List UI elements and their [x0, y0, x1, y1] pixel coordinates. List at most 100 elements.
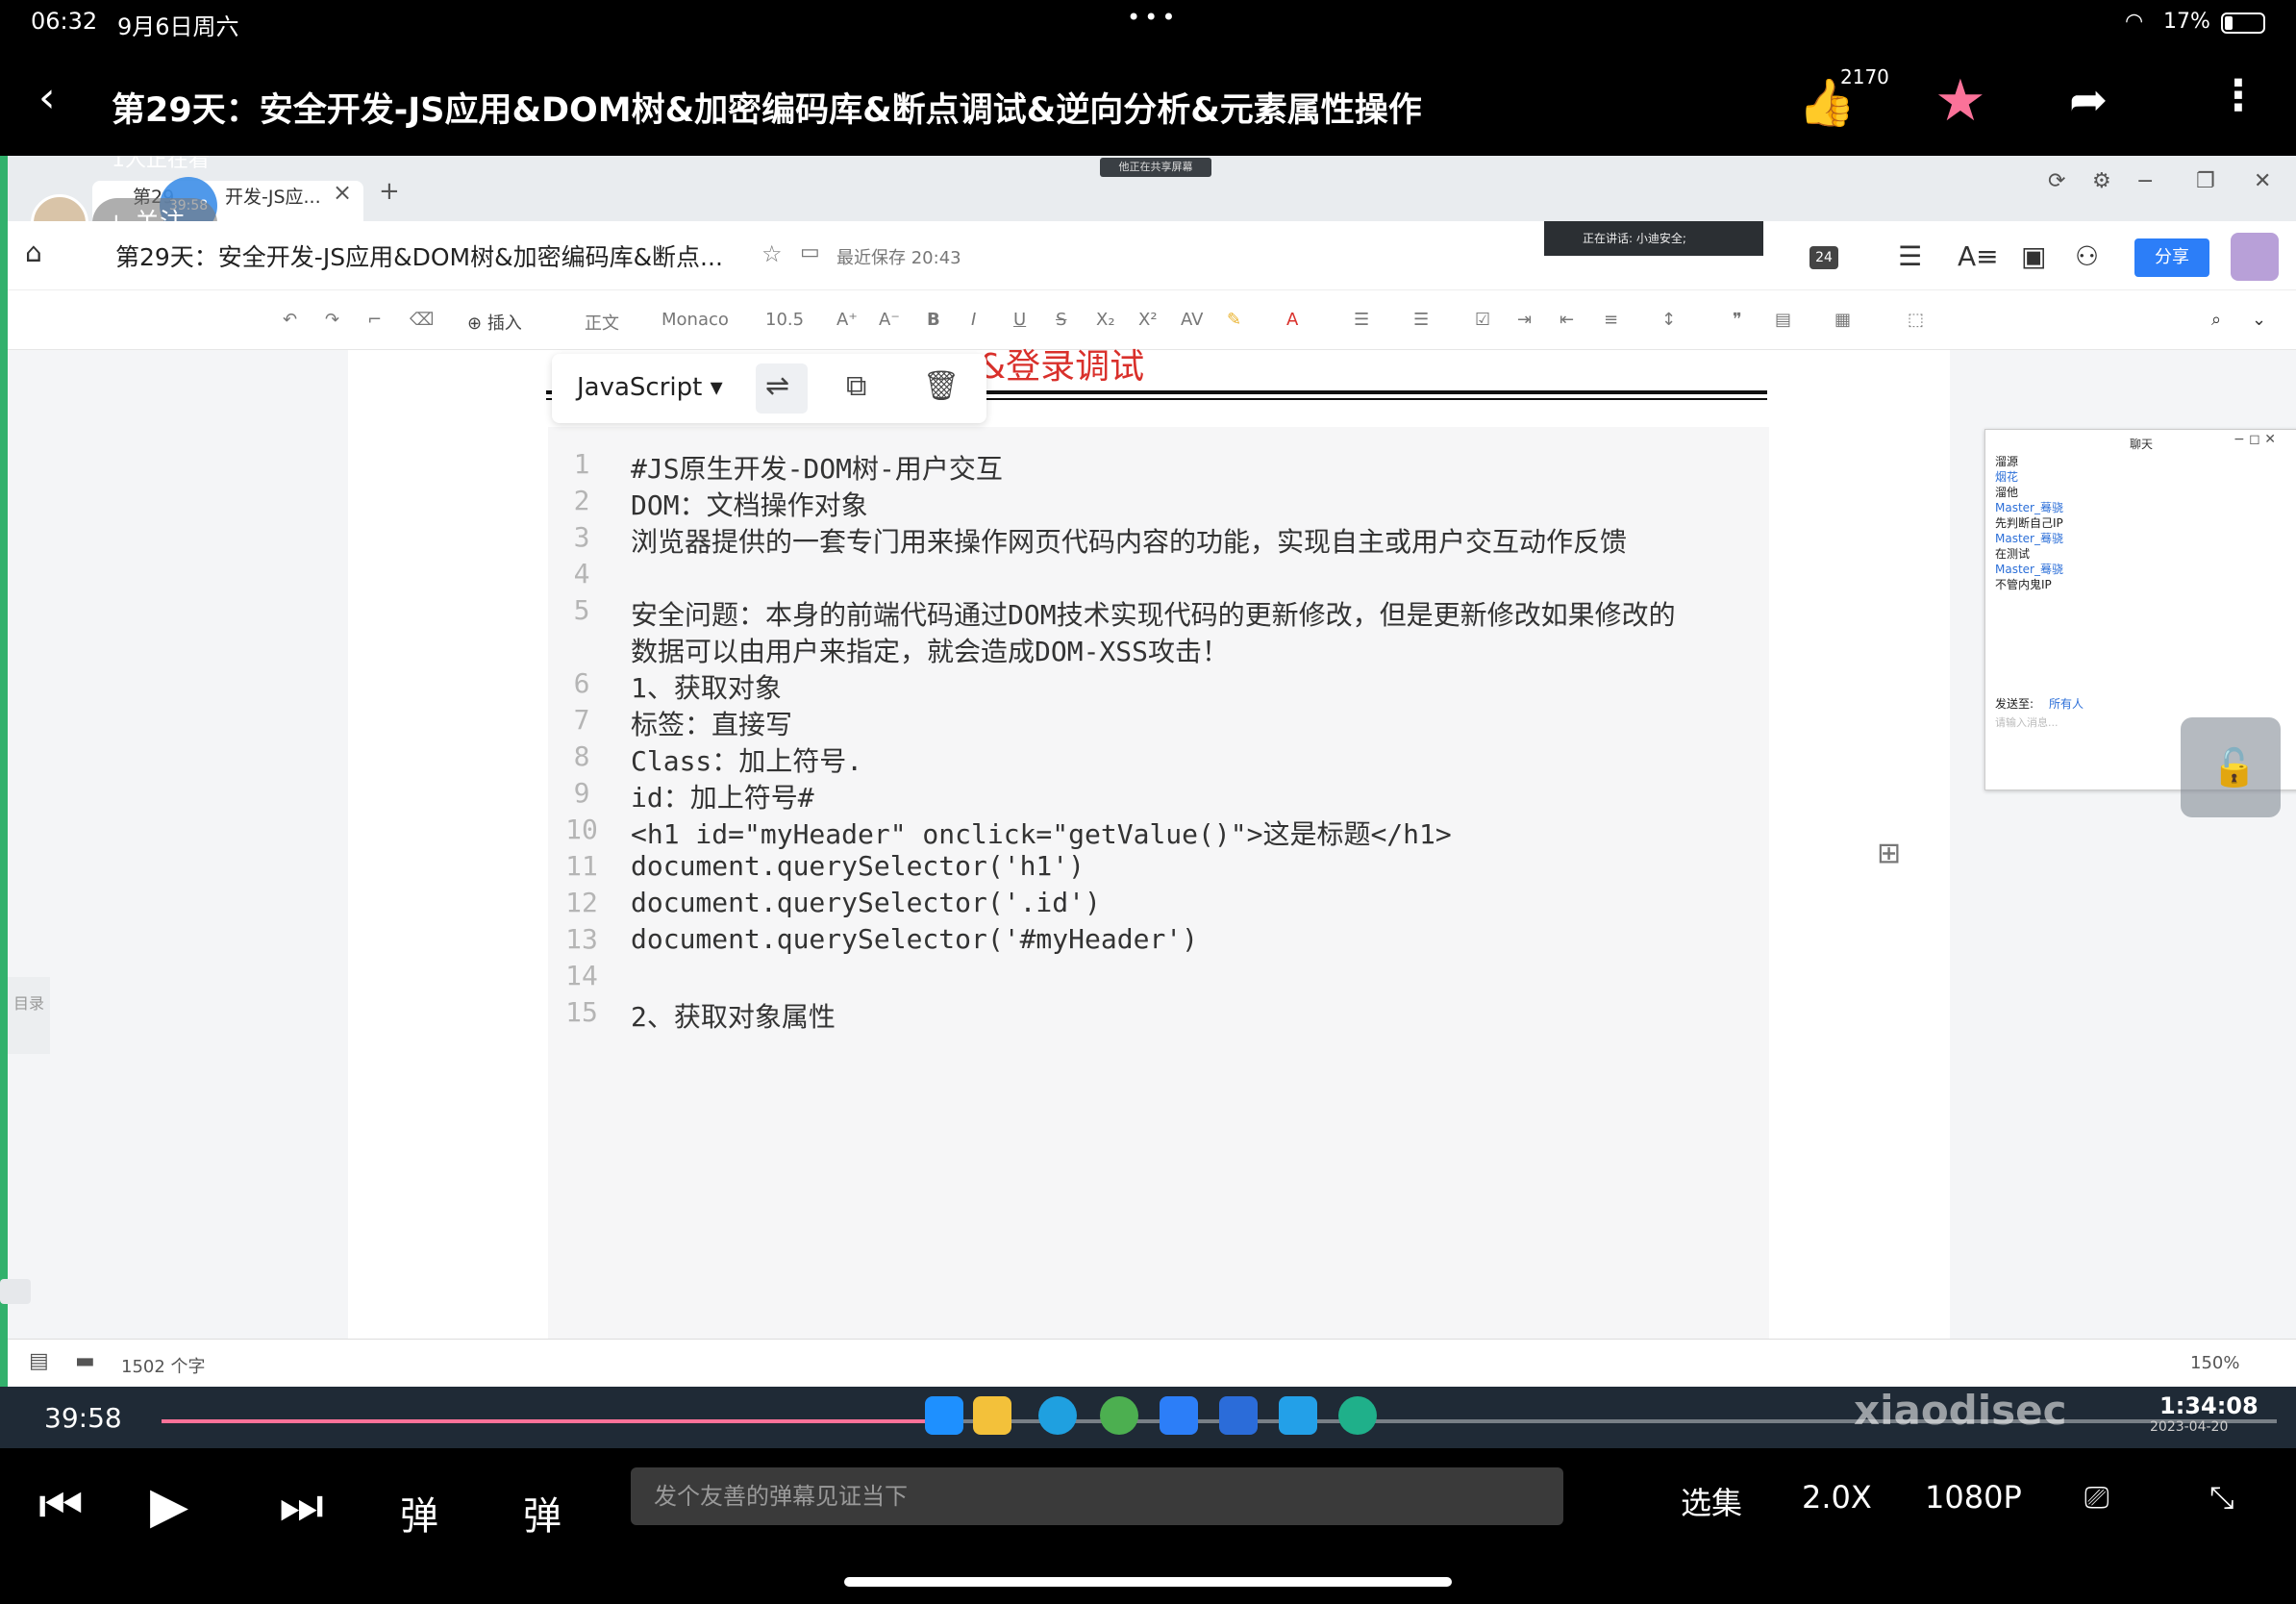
font-select[interactable]: Monaco: [661, 310, 729, 330]
italic-icon[interactable]: I: [971, 310, 976, 330]
code-line[interactable]: <h1 id="myHeader" onclick="getValue()">这…: [631, 814, 1452, 852]
zoom-level[interactable]: 150%: [2190, 1353, 2239, 1373]
edge-icon[interactable]: [1038, 1396, 1077, 1435]
more-icon[interactable]: ⋮: [2217, 71, 2259, 120]
bold-icon[interactable]: B: [927, 310, 940, 330]
docs-app-icon[interactable]: [1160, 1396, 1198, 1435]
present-icon[interactable]: ▣: [2021, 240, 2046, 272]
member-count[interactable]: 24: [1809, 246, 1838, 269]
explorer-icon[interactable]: [973, 1396, 1011, 1435]
new-tab-icon[interactable]: +: [379, 177, 400, 206]
video-frame[interactable]: 第29 开发-JS应... × + 他正在共享屏幕 ⟳ ⚙ − ❐ ✕ 1人正在…: [0, 156, 2296, 1448]
word-count[interactable]: 1502 个字: [121, 1353, 206, 1378]
edge-dev-icon[interactable]: [1338, 1396, 1377, 1435]
code-line[interactable]: 数据可以由用户来指定，就会造成DOM-XSS攻击！: [631, 631, 1229, 669]
play-icon[interactable]: ▶: [150, 1477, 188, 1535]
format-painter-icon[interactable]: ⌐: [367, 310, 382, 330]
paragraph-style-select[interactable]: 正文: [585, 310, 619, 335]
quality-button[interactable]: 1080P: [1925, 1479, 2022, 1516]
table-icon[interactable]: ▦: [1834, 310, 1851, 330]
chat-minimize-icon[interactable]: − ◻ ✕: [2234, 432, 2276, 447]
favorite-star-icon[interactable]: ★: [1934, 67, 1986, 135]
side-list-icon[interactable]: [0, 1279, 31, 1304]
doc-name[interactable]: 第29天：安全开发-JS应用&DOM树&加密编码库&断点...: [115, 238, 723, 273]
window-close-icon[interactable]: ✕: [2254, 169, 2271, 193]
align-icon[interactable]: ≡: [1604, 310, 1618, 330]
chrome-icon[interactable]: [1100, 1396, 1138, 1435]
subscript-icon[interactable]: X₂: [1096, 310, 1115, 330]
code-line[interactable]: 2、获取对象属性: [631, 996, 836, 1035]
font-color-icon[interactable]: A: [1286, 310, 1298, 330]
insert-menu[interactable]: ⊕ 插入: [467, 310, 522, 335]
font-grow-icon[interactable]: A⁺: [836, 310, 858, 330]
chat-input[interactable]: 请输入消息...: [1995, 714, 2059, 730]
font-size-select[interactable]: 10.5: [765, 310, 804, 330]
multitask-dots-icon[interactable]: •••: [1127, 4, 1179, 31]
indent-icon[interactable]: ⇥: [1517, 310, 1532, 330]
vscode-icon[interactable]: [1279, 1396, 1317, 1435]
numbered-list-icon[interactable]: ☰: [1413, 310, 1429, 330]
back-icon[interactable]: ‹: [38, 73, 56, 122]
font-style-icon[interactable]: A≡: [1958, 240, 1999, 272]
speed-button[interactable]: 2.0X: [1802, 1479, 1872, 1516]
danmu-input[interactable]: 发个友善的弹幕见证当下: [631, 1467, 1563, 1525]
code-line[interactable]: 标签：直接写: [631, 704, 792, 742]
bullet-list-icon[interactable]: ☰: [1354, 310, 1369, 330]
collapse-icon[interactable]: ⌄: [2252, 310, 2266, 330]
page-icon[interactable]: ▬: [75, 1349, 95, 1373]
outdent-icon[interactable]: ⇤: [1560, 310, 1574, 330]
home-icon[interactable]: ⌂: [25, 237, 42, 268]
code-line[interactable]: document.querySelector('h1'): [631, 850, 1085, 882]
maximize-icon[interactable]: ❐: [2196, 169, 2215, 193]
app-icon[interactable]: ⬚: [1908, 310, 1924, 330]
divider-icon[interactable]: ▤: [1775, 310, 1791, 330]
eraser-icon[interactable]: ⌫: [410, 310, 434, 330]
search-icon[interactable]: ⌕: [2211, 310, 2221, 330]
underline-icon[interactable]: U: [1013, 310, 1026, 330]
toc-toggle[interactable]: 目录: [8, 977, 50, 1054]
language-select[interactable]: JavaScript ▾: [577, 373, 723, 402]
superscript-icon[interactable]: X²: [1138, 310, 1158, 330]
code-line[interactable]: Class：加上符号.: [631, 740, 862, 779]
line-spacing-icon[interactable]: ↕: [1661, 310, 1676, 330]
menu-icon[interactable]: ☰: [1898, 240, 1922, 272]
checklist-icon[interactable]: ☑: [1475, 310, 1490, 330]
code-line[interactable]: #JS原生开发-DOM树-用户交互: [631, 448, 1003, 487]
collaborator-icon[interactable]: ⚇: [2075, 240, 2099, 272]
star-outline-icon[interactable]: ☆: [761, 240, 783, 267]
code-block[interactable]: [548, 427, 1769, 1339]
next-icon[interactable]: ⏭: [279, 1477, 324, 1536]
font-shrink-icon[interactable]: A⁻: [879, 310, 900, 330]
copy-icon[interactable]: ⧉: [846, 369, 866, 403]
code-line[interactable]: id：加上符号#: [631, 777, 814, 815]
folder-icon[interactable]: ▭: [800, 240, 820, 264]
code-line[interactable]: document.querySelector('#myHeader'): [631, 923, 1198, 955]
share-button[interactable]: 分享: [2134, 238, 2209, 277]
code-line[interactable]: 安全问题：本身的前端代码通过DOM技术实现代码的更新修改，但是更新修改如果修改的: [631, 594, 1676, 633]
add-comment-icon[interactable]: ⊞: [1877, 837, 1901, 870]
highlight-icon[interactable]: ✎: [1227, 310, 1241, 330]
previous-icon[interactable]: ⏮: [38, 1477, 84, 1536]
spacing-icon[interactable]: AV: [1181, 310, 1203, 330]
code-line[interactable]: DOM：文档操作对象: [631, 485, 868, 523]
cast-icon[interactable]: ⎚: [2084, 1479, 2109, 1516]
minimize-icon[interactable]: −: [2136, 169, 2154, 193]
quote-icon[interactable]: ❞: [1733, 310, 1742, 330]
outline-icon[interactable]: ▤: [29, 1349, 49, 1373]
danmu-settings-icon[interactable]: 弹: [523, 1485, 562, 1541]
redo-icon[interactable]: ↷: [325, 310, 339, 330]
screen-lock-button[interactable]: 🔓: [2181, 717, 2281, 817]
code-line[interactable]: document.querySelector('.id'): [631, 887, 1101, 918]
code-line[interactable]: 1、获取对象: [631, 667, 782, 706]
delete-icon[interactable]: 🗑: [923, 369, 960, 403]
episodes-button[interactable]: 选集: [1681, 1479, 1742, 1523]
share-icon[interactable]: ➦: [2069, 73, 2108, 127]
strikethrough-icon[interactable]: S: [1056, 310, 1066, 330]
code-line[interactable]: 浏览器提供的一套专门用来操作网页代码内容的功能，实现自主或用户交互动作反馈: [631, 521, 1627, 560]
exit-fullscreen-icon[interactable]: ⤡: [2209, 1479, 2234, 1516]
user-avatar[interactable]: [2231, 233, 2279, 281]
start-icon[interactable]: [925, 1396, 963, 1435]
refresh-icon[interactable]: ⟳: [2048, 169, 2065, 193]
tab-close-icon[interactable]: ×: [333, 179, 352, 206]
meeting-app-icon[interactable]: [1219, 1396, 1258, 1435]
